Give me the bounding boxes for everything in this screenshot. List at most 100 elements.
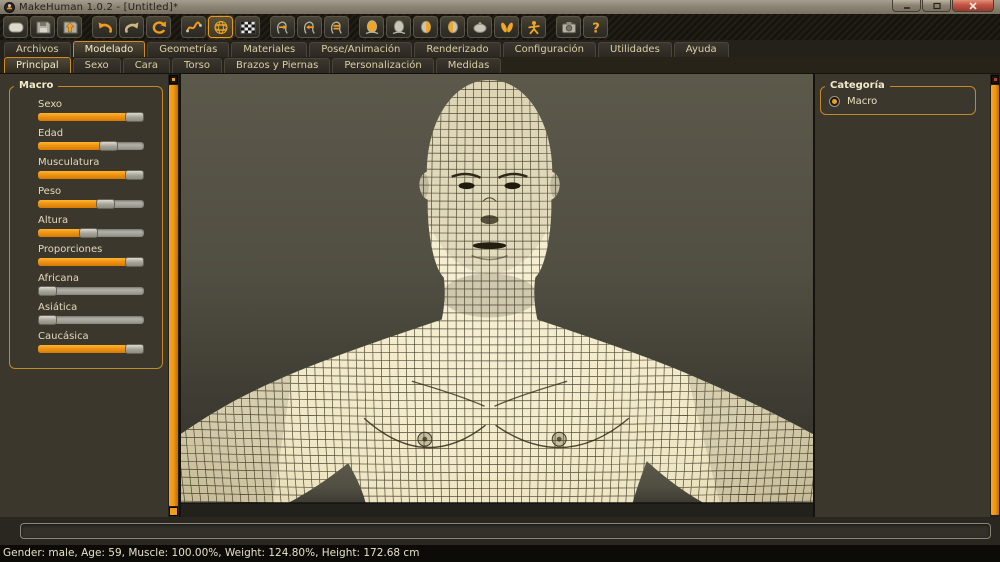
front-view-button[interactable] (359, 16, 384, 38)
load-button[interactable] (57, 16, 82, 38)
main-tab[interactable]: Configuración (503, 42, 596, 57)
maximize-button[interactable] (922, 0, 951, 12)
main-tab[interactable]: Archivos (4, 42, 71, 57)
top-view-button[interactable] (467, 16, 492, 38)
rotate-reset-button[interactable] (324, 16, 349, 38)
status-bar: Gender: male, Age: 59, Muscle: 100.00%, … (0, 545, 1000, 562)
scroll-down-button[interactable] (169, 507, 178, 516)
head-rotate-right-icon (274, 20, 292, 35)
main-tab[interactable]: Utilidades (598, 42, 672, 57)
background-button[interactable] (235, 16, 260, 38)
macro-group-title: Macro (14, 80, 58, 91)
slider-fill (38, 345, 135, 353)
right-view-icon (417, 20, 435, 35)
slider-track[interactable] (38, 142, 144, 150)
slider-label: Edad (38, 128, 150, 139)
slider-track[interactable] (38, 200, 144, 208)
scroll-arrow-icon (994, 78, 997, 81)
slider-fill (38, 258, 135, 266)
status-text: Gender: male, Age: 59, Muscle: 100.00%, … (3, 547, 419, 559)
slider-handle[interactable] (125, 170, 144, 180)
slider-track[interactable] (38, 229, 144, 237)
macro-slider: Edad (38, 128, 150, 150)
slider-label: Proporciones (38, 244, 150, 255)
scrollbar-thumb[interactable] (991, 85, 999, 515)
main-area: Macro Sexo Edad (0, 74, 1000, 517)
slider-track[interactable] (38, 113, 144, 121)
close-button[interactable] (952, 0, 994, 12)
progress-bar (20, 523, 991, 539)
rotate-right-button[interactable] (270, 16, 295, 38)
slider-handle[interactable] (99, 141, 118, 151)
grab-screenshot-button[interactable] (556, 16, 581, 38)
main-tab[interactable]: Geometrías (147, 42, 229, 57)
slider-handle[interactable] (96, 199, 115, 209)
right-panel-scrollbar[interactable] (990, 74, 1000, 517)
undo-arrow-icon (96, 20, 114, 35)
slider-track[interactable] (38, 316, 144, 324)
head-rotate-left-icon (301, 20, 319, 35)
redo-button[interactable] (119, 16, 144, 38)
camera-icon (560, 20, 578, 35)
sub-tab-bar: Principal Sexo Cara Torso Brazos y Piern… (0, 57, 1000, 74)
slider-track[interactable] (38, 287, 144, 295)
sub-tab[interactable]: Sexo (73, 58, 121, 73)
scrollbar-thumb[interactable] (169, 85, 178, 506)
sub-tab[interactable]: Torso (172, 58, 222, 73)
stick-figure-icon (525, 20, 543, 35)
bottom-view-button[interactable] (494, 16, 519, 38)
main-tab[interactable]: Ayuda (674, 42, 729, 57)
new-button[interactable] (3, 16, 28, 38)
redo-arrow-icon (123, 20, 141, 35)
save-button[interactable] (30, 16, 55, 38)
category-group-title: Categoría (825, 80, 890, 91)
circular-arrows-icon (150, 20, 168, 35)
slider-fill (38, 171, 135, 179)
category-option[interactable]: Macro (829, 96, 967, 107)
global-view-button[interactable] (521, 16, 546, 38)
minimize-button[interactable] (892, 0, 921, 12)
radio-button-icon (829, 96, 840, 107)
sub-tab[interactable]: Personalización (332, 58, 433, 73)
slider-handle[interactable] (38, 315, 57, 325)
slider-handle[interactable] (79, 228, 98, 238)
help-button[interactable]: ? (583, 16, 608, 38)
macro-slider: Asiática (38, 302, 150, 324)
save-icon (34, 20, 52, 35)
slider-track[interactable] (38, 345, 144, 353)
slider-list: Sexo Edad (38, 99, 150, 353)
main-tab[interactable]: Modelado (73, 41, 146, 57)
sub-tab[interactable]: Cara (123, 58, 170, 73)
front-view-icon (363, 20, 381, 35)
sub-tab[interactable]: Medidas (436, 58, 502, 73)
wireframe-button[interactable] (208, 16, 233, 38)
slider-handle[interactable] (38, 286, 57, 296)
macro-slider: Sexo (38, 99, 150, 121)
head-rotate-reset-icon (328, 20, 346, 35)
main-tab[interactable]: Renderizado (414, 42, 500, 57)
left-panel-scrollbar[interactable] (168, 74, 179, 517)
slider-handle[interactable] (125, 112, 144, 122)
slider-track[interactable] (38, 171, 144, 179)
main-tab[interactable]: Materiales (231, 42, 307, 57)
rotate-left-button[interactable] (297, 16, 322, 38)
back-view-button[interactable] (386, 16, 411, 38)
sub-tab[interactable]: Principal (4, 57, 71, 73)
undo-button[interactable] (92, 16, 117, 38)
main-tab-bar: Archivos Modelado Geometrías Materiales … (0, 40, 1000, 57)
3d-viewport[interactable] (179, 74, 815, 517)
slider-track[interactable] (38, 258, 144, 266)
wireframe-sphere-icon (212, 20, 230, 35)
main-tab[interactable]: Pose/Animación (309, 42, 412, 57)
title-bar[interactable]: MakeHuman 1.0.2 - [Untitled]* (0, 0, 1000, 14)
slider-handle[interactable] (125, 344, 144, 354)
sub-tab[interactable]: Brazos y Piernas (224, 58, 330, 73)
right-view-button[interactable] (413, 16, 438, 38)
scroll-up-button[interactable] (169, 75, 178, 84)
slider-label: Africana (38, 273, 150, 284)
scroll-up-button[interactable] (991, 75, 999, 84)
slider-handle[interactable] (125, 257, 144, 267)
left-view-button[interactable] (440, 16, 465, 38)
smooth-button[interactable] (181, 16, 206, 38)
reload-button[interactable] (146, 16, 171, 38)
